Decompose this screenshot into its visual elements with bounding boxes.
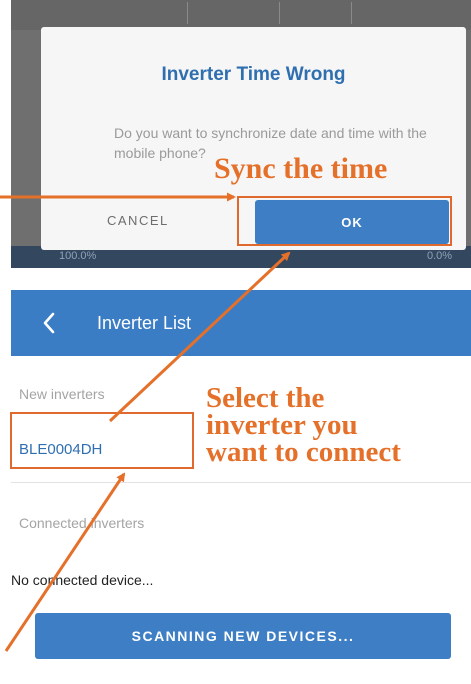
annotation-arrows [0,192,291,652]
arrow-to-scanning-list [108,251,291,423]
arrow-to-inverter-item [4,472,126,652]
